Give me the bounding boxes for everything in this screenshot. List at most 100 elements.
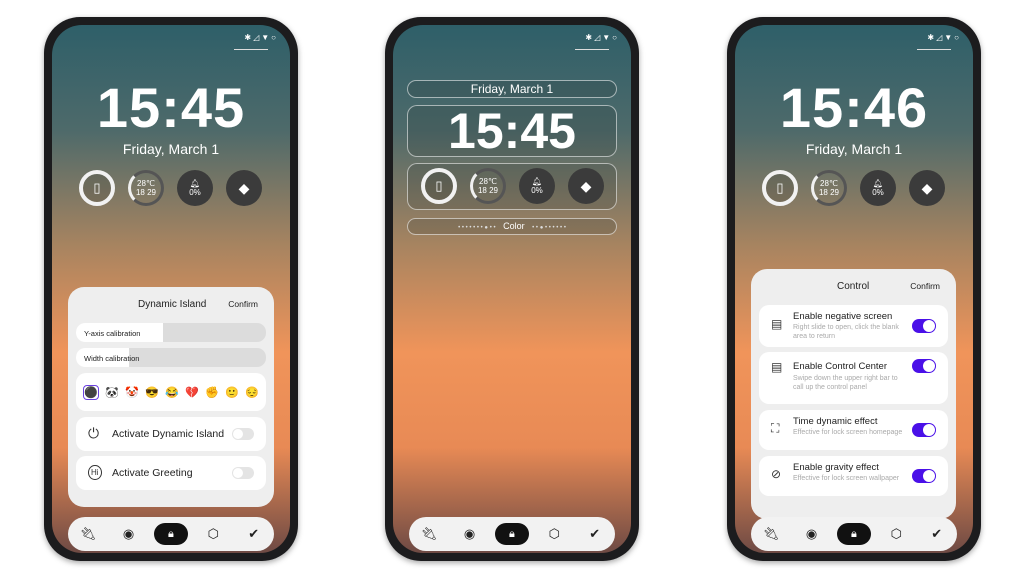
plug-icon[interactable]: 🔌︎ xyxy=(414,526,444,542)
row-label: Activate Dynamic Island xyxy=(112,428,225,440)
control-center-row: ▤ Enable Control Center Swipe down the u… xyxy=(759,352,948,404)
date: Friday, March 1 xyxy=(805,141,903,157)
bottom-nav: 🔌︎ ◉ 🔒︎ ⬡ ✔ xyxy=(68,517,274,551)
plug-icon[interactable]: 🔌︎ xyxy=(73,526,103,542)
row-label: Activate Greeting xyxy=(112,467,193,479)
emoji-option[interactable]: 😂 xyxy=(165,386,179,399)
dnd-widget[interactable]: 🔔︎ 0% xyxy=(860,170,896,206)
temp-range: 18 29 xyxy=(818,188,840,197)
gravity-toggle[interactable] xyxy=(912,469,936,483)
layers-icon: ◆ xyxy=(921,179,933,196)
confirm-button[interactable]: Confirm xyxy=(910,281,940,291)
color-dots-left[interactable]: • • • • • • • ● • • xyxy=(458,225,496,231)
dnd-value: 0% xyxy=(872,188,884,197)
emoji-option[interactable]: 🐼 xyxy=(105,386,119,399)
widget-box[interactable]: ▯ 28℃ 18 29 🔔︎ 0% ◆ xyxy=(407,163,617,210)
date: Friday, March 1 xyxy=(470,82,554,96)
lock-screen: ✱◿▼○ 15:45 Friday, March 1 ▯ 28℃ 18 29 🔔︎… xyxy=(52,25,290,553)
lock-screen: ✱◿▼○ 15:46 Friday, March 1 ▯ 28℃ 18 29 🔔︎… xyxy=(735,25,973,553)
time-dynamic-toggle[interactable] xyxy=(912,423,936,437)
emoji-option[interactable]: 💔 xyxy=(185,386,199,399)
phone-style-editor: ✱◿▼○ Friday, March 1 15:45 ▯ 28℃ 18 29 🔔︎… xyxy=(385,17,639,561)
item-title: Time dynamic effect xyxy=(793,416,878,427)
y-axis-slider[interactable]: Y-axis calibration xyxy=(76,323,266,342)
temp-range: 18 29 xyxy=(135,188,157,197)
emoji-option[interactable]: 😎 xyxy=(145,386,159,399)
item-subtitle: Right slide to open, click the blank are… xyxy=(793,324,899,340)
phone-icon: ▯ xyxy=(93,180,101,195)
plug-icon[interactable]: 🔌︎ xyxy=(756,526,786,542)
confirm-button[interactable]: Confirm xyxy=(228,299,258,309)
color-dots-right[interactable]: • • ● • • • • • • xyxy=(532,225,566,231)
status-bar-icons: ✱◿▼○ xyxy=(244,33,278,42)
negative-screen-row: ▤ Enable negative screen Right slide to … xyxy=(759,305,948,347)
weather-widget[interactable]: 28℃ 18 29 xyxy=(470,168,506,204)
emoji-option[interactable]: 🤡 xyxy=(125,386,139,399)
phone-icon: ▯ xyxy=(776,180,784,195)
date-box[interactable]: Friday, March 1 xyxy=(407,80,617,98)
phone-control: ✱◿▼○ 15:46 Friday, March 1 ▯ 28℃ 18 29 🔔︎… xyxy=(727,17,981,561)
hexagon-settings-icon[interactable]: ⬡ xyxy=(539,526,569,542)
toggle-icon[interactable]: ◉ xyxy=(114,526,144,542)
temp-range: 18 29 xyxy=(477,186,499,195)
weather-widget[interactable]: 28℃ 18 29 xyxy=(128,170,164,206)
dnd-widget[interactable]: 🔔︎ 0% xyxy=(519,168,555,204)
hi-bubble-icon: Hi xyxy=(88,465,102,480)
battery-widget[interactable]: ▯ xyxy=(421,168,457,204)
layers-icon: ◆ xyxy=(580,177,592,194)
dnd-widget[interactable]: 🔔︎ 0% xyxy=(177,170,213,206)
width-slider[interactable]: Width calibration xyxy=(76,348,266,367)
divider xyxy=(575,49,609,50)
battery-widget[interactable]: ▯ xyxy=(79,170,115,206)
shortcut-widget[interactable]: ◆ xyxy=(568,168,604,204)
check-icon[interactable]: ✔ xyxy=(239,526,269,542)
sparkle-frame-icon: ⛶ xyxy=(771,421,780,435)
dnd-value: 0% xyxy=(531,186,543,195)
emoji-option[interactable]: ⚫ xyxy=(83,384,99,400)
layers-icon: ◆ xyxy=(238,179,250,196)
status-bar-icons: ✱◿▼○ xyxy=(927,33,961,42)
phone-dynamic-island: ✱◿▼○ 15:45 Friday, March 1 ▯ 28℃ 18 29 🔔︎… xyxy=(44,17,298,561)
check-icon[interactable]: ✔ xyxy=(580,526,610,542)
dynamic-island-toggle[interactable] xyxy=(232,428,254,440)
status-bar-icons: ✱◿▼○ xyxy=(585,33,619,42)
check-icon[interactable]: ✔ xyxy=(922,526,952,542)
bell-icon: 🔔︎ xyxy=(872,179,884,188)
temperature: 28℃ xyxy=(820,179,838,188)
panel-title: Control xyxy=(837,281,870,292)
shortcut-widget[interactable]: ◆ xyxy=(226,170,262,206)
activate-greeting-row: Hi Activate Greeting xyxy=(76,456,266,490)
color-label: Color xyxy=(503,221,525,231)
emoji-option[interactable]: 🙂 xyxy=(225,386,239,399)
control-center-toggle[interactable] xyxy=(912,359,936,373)
control-panel: Control Confirm ▤ Enable negative screen… xyxy=(751,269,956,519)
bottom-nav: 🔌︎ ◉ 🔒︎ ⬡ ✔ xyxy=(751,517,957,551)
weather-widget[interactable]: 28℃ 18 29 xyxy=(811,170,847,206)
hexagon-settings-icon[interactable]: ⬡ xyxy=(881,526,911,542)
clock: 15:45 xyxy=(96,76,246,139)
greeting-toggle[interactable] xyxy=(232,467,254,479)
toggle-icon[interactable]: ◉ xyxy=(797,526,827,542)
activate-dynamic-island-row: ⏻ Activate Dynamic Island xyxy=(76,417,266,451)
item-title: Enable gravity effect xyxy=(793,462,879,473)
color-picker[interactable]: • • • • • • • ● • • Color • • ● • • • • … xyxy=(407,218,617,235)
control-center-icon: ▤ xyxy=(771,360,783,374)
clock-box[interactable]: 15:45 xyxy=(407,105,617,157)
lock-icon[interactable]: 🔒︎ xyxy=(494,523,529,545)
item-title: Enable Control Center xyxy=(793,361,887,372)
hexagon-settings-icon[interactable]: ⬡ xyxy=(198,526,228,542)
lock-icon[interactable]: 🔒︎ xyxy=(153,523,188,545)
temperature: 28℃ xyxy=(479,177,497,186)
bottom-nav: 🔌︎ ◉ 🔒︎ ⬡ ✔ xyxy=(409,517,615,551)
item-title: Enable negative screen xyxy=(793,311,893,322)
negative-screen-toggle[interactable] xyxy=(912,319,936,333)
toggle-icon[interactable]: ◉ xyxy=(455,526,485,542)
bell-icon: 🔔︎ xyxy=(189,179,201,188)
battery-widget[interactable]: ▯ xyxy=(762,170,798,206)
temperature: 28℃ xyxy=(137,179,155,188)
emoji-option[interactable]: 😔 xyxy=(245,386,259,399)
item-subtitle: Swipe down the upper right bar to call u… xyxy=(793,375,898,391)
lock-icon[interactable]: 🔒︎ xyxy=(836,523,871,545)
shortcut-widget[interactable]: ◆ xyxy=(909,170,945,206)
emoji-option[interactable]: ✊ xyxy=(205,386,219,399)
